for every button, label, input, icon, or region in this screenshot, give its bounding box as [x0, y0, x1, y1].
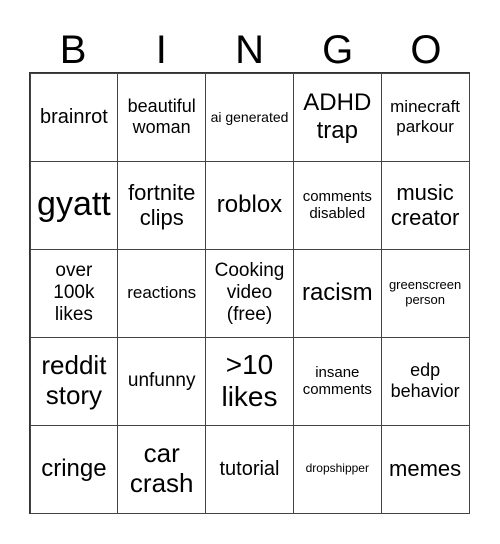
header-letter-n: N: [235, 28, 264, 72]
bingo-cell[interactable]: car crash: [117, 424, 207, 514]
bingo-cell[interactable]: over 100k likes: [29, 248, 119, 338]
bingo-cell[interactable]: gyatt: [29, 160, 119, 250]
bingo-cell[interactable]: ai generated: [205, 72, 294, 162]
header-letter-i: I: [155, 28, 167, 72]
bingo-cell[interactable]: dropshipper: [292, 424, 382, 514]
bingo-cell[interactable]: unfunny: [117, 336, 207, 426]
bingo-cell[interactable]: Cooking video (free): [205, 248, 294, 338]
bingo-cell[interactable]: ADHD trap: [292, 72, 382, 162]
bingo-cell[interactable]: music creator: [380, 160, 470, 250]
bingo-cell[interactable]: edp behavior: [380, 336, 470, 426]
bingo-cell[interactable]: reactions: [117, 248, 207, 338]
bingo-cell[interactable]: cringe: [29, 424, 119, 514]
bingo-cell[interactable]: greenscreen person: [380, 248, 470, 338]
bingo-cell[interactable]: tutorial: [205, 424, 294, 514]
header-letter-o: O: [410, 28, 442, 72]
bingo-cell[interactable]: comments disabled: [292, 160, 382, 250]
bingo-cell[interactable]: racism: [292, 248, 382, 338]
bingo-cell[interactable]: fortnite clips: [117, 160, 207, 250]
bingo-cell[interactable]: roblox: [205, 160, 294, 250]
bingo-header: B I N G O: [29, 28, 470, 72]
header-letter-g: G: [322, 28, 354, 72]
bingo-cell[interactable]: brainrot: [29, 72, 119, 162]
bingo-cell[interactable]: >10 likes: [205, 336, 294, 426]
bingo-grid: brainrot beautiful woman ai generated AD…: [29, 72, 470, 514]
bingo-cell[interactable]: memes: [380, 424, 470, 514]
bingo-cell[interactable]: insane comments: [292, 336, 382, 426]
header-letter-b: B: [59, 28, 87, 72]
bingo-cell[interactable]: beautiful woman: [117, 72, 207, 162]
bingo-cell[interactable]: minecraft parkour: [380, 72, 470, 162]
bingo-cell[interactable]: reddit story: [29, 336, 119, 426]
